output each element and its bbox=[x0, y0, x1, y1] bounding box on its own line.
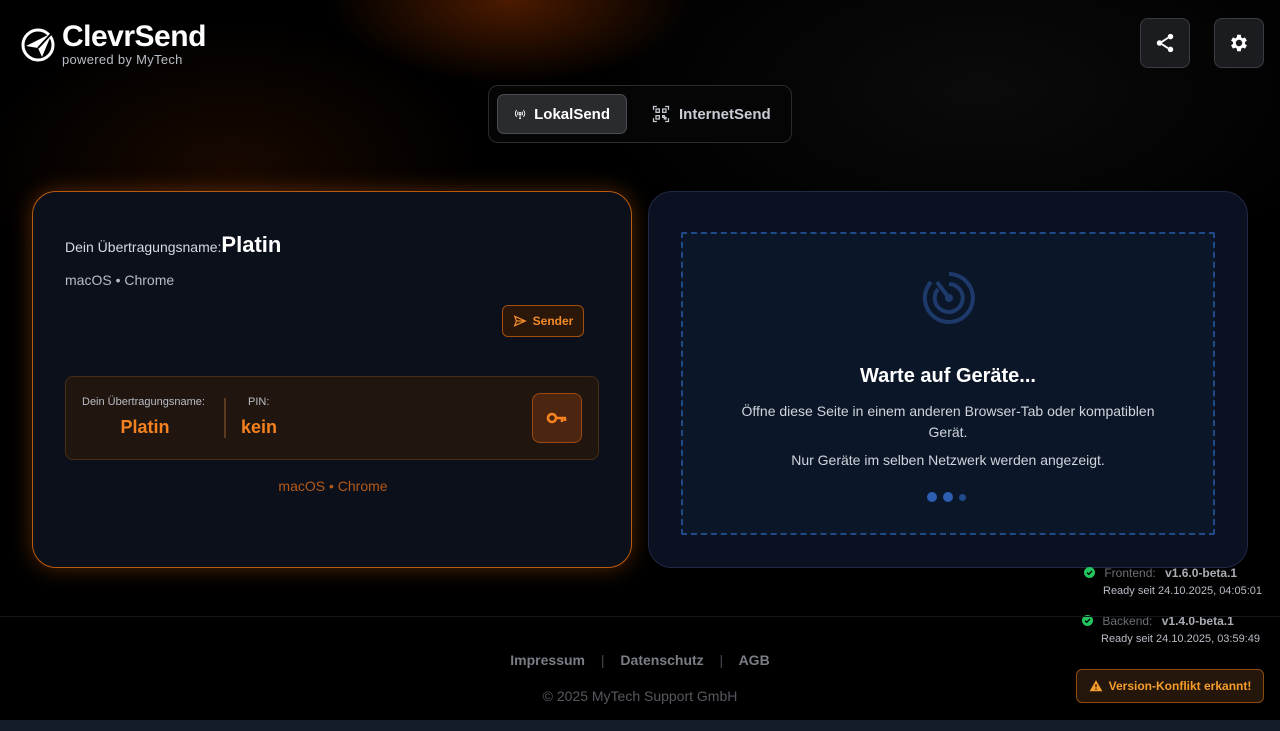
device-info: macOS • Chrome bbox=[65, 272, 175, 288]
loading-dot bbox=[927, 492, 937, 502]
sender-badge-label: Sender bbox=[532, 314, 574, 328]
waiting-description: Öffne diese Seite in einem anderen Brows… bbox=[741, 403, 1155, 440]
transfer-info-box: Dein Übertragungsname: Platin PIN: kein bbox=[65, 376, 599, 460]
pin-value: kein bbox=[241, 417, 278, 437]
footer-separator: | bbox=[600, 652, 605, 668]
key-icon bbox=[546, 412, 567, 424]
info-name-label: Dein Übertragungsname: bbox=[82, 396, 205, 408]
transfer-name-line: Dein Übertragungsname: Platin bbox=[65, 232, 281, 258]
loading-dots bbox=[927, 492, 966, 502]
local-device-card: Dein Übertragungsname: Platin macOS • Ch… bbox=[32, 191, 632, 568]
frontend-label: Frontend: bbox=[1104, 566, 1156, 580]
info-name-value: Platin bbox=[120, 417, 170, 437]
check-circle-icon bbox=[1084, 567, 1095, 578]
share-button[interactable] bbox=[1140, 18, 1190, 68]
tab-internetsend-label: InternetSend bbox=[679, 105, 771, 123]
mode-tabs: LokalSend InternetSend bbox=[488, 85, 792, 143]
bottom-bar bbox=[0, 720, 1280, 731]
transfer-name-value: Platin bbox=[221, 232, 282, 257]
devices-card: Warte auf Geräte... Öffne diese Seite in… bbox=[648, 191, 1248, 568]
qr-code-icon bbox=[652, 105, 670, 123]
info-divider bbox=[224, 398, 226, 438]
footer-divider bbox=[0, 616, 1280, 617]
app-subtitle: powered by MyTech bbox=[62, 52, 183, 67]
broadcast-icon bbox=[514, 109, 526, 120]
share-icon bbox=[1156, 33, 1174, 53]
radar-icon bbox=[922, 272, 975, 324]
tab-internetsend[interactable]: InternetSend bbox=[635, 94, 787, 134]
footer-link-datenschutz[interactable]: Datenschutz bbox=[620, 652, 703, 668]
waiting-note: Nur Geräte im selben Netzwerk werden ang… bbox=[791, 452, 1105, 468]
frontend-version: Frontend: v1.6.0-beta.1 bbox=[1084, 566, 1237, 580]
tab-lokalsend[interactable]: LokalSend bbox=[497, 94, 627, 134]
frontend-version-value: v1.6.0-beta.1 bbox=[1165, 566, 1238, 580]
waiting-title: Warte auf Geräte... bbox=[860, 365, 1036, 387]
app-logo[interactable]: ClevrSend powered by MyTech bbox=[20, 22, 206, 67]
paper-plane-logo-icon bbox=[21, 28, 55, 61]
loading-dot bbox=[959, 493, 966, 501]
backend-ready: Ready seit 24.10.2025, 03:59:49 bbox=[1101, 633, 1261, 645]
tab-lokalsend-label: LokalSend bbox=[534, 105, 610, 123]
footer-separator: | bbox=[719, 652, 724, 668]
version-conflict-label: Version-Konflikt erkannt! bbox=[1108, 679, 1252, 693]
set-pin-button[interactable] bbox=[532, 393, 582, 443]
footer-link-impressum[interactable]: Impressum bbox=[510, 652, 585, 668]
app-title: ClevrSend bbox=[62, 20, 206, 53]
footer-links: Impressum | Datenschutz | AGB bbox=[0, 652, 1280, 668]
send-icon bbox=[513, 315, 527, 327]
sender-badge: Sender bbox=[502, 305, 584, 337]
transfer-name-label: Dein Übertragungsname: bbox=[65, 239, 222, 255]
loading-dot bbox=[943, 492, 953, 502]
settings-button[interactable] bbox=[1214, 18, 1264, 68]
bottom-device-info: macOS • Chrome bbox=[278, 478, 388, 494]
pin-label: PIN: bbox=[248, 396, 270, 408]
version-conflict-badge[interactable]: Version-Konflikt erkannt! bbox=[1076, 669, 1264, 703]
frontend-ready: Ready seit 24.10.2025, 04:05:01 bbox=[1103, 585, 1263, 597]
footer-link-agb[interactable]: AGB bbox=[739, 652, 770, 668]
waiting-area: Warte auf Geräte... Öffne diese Seite in… bbox=[681, 232, 1215, 535]
warning-icon bbox=[1089, 680, 1103, 692]
gear-icon bbox=[1231, 34, 1247, 52]
